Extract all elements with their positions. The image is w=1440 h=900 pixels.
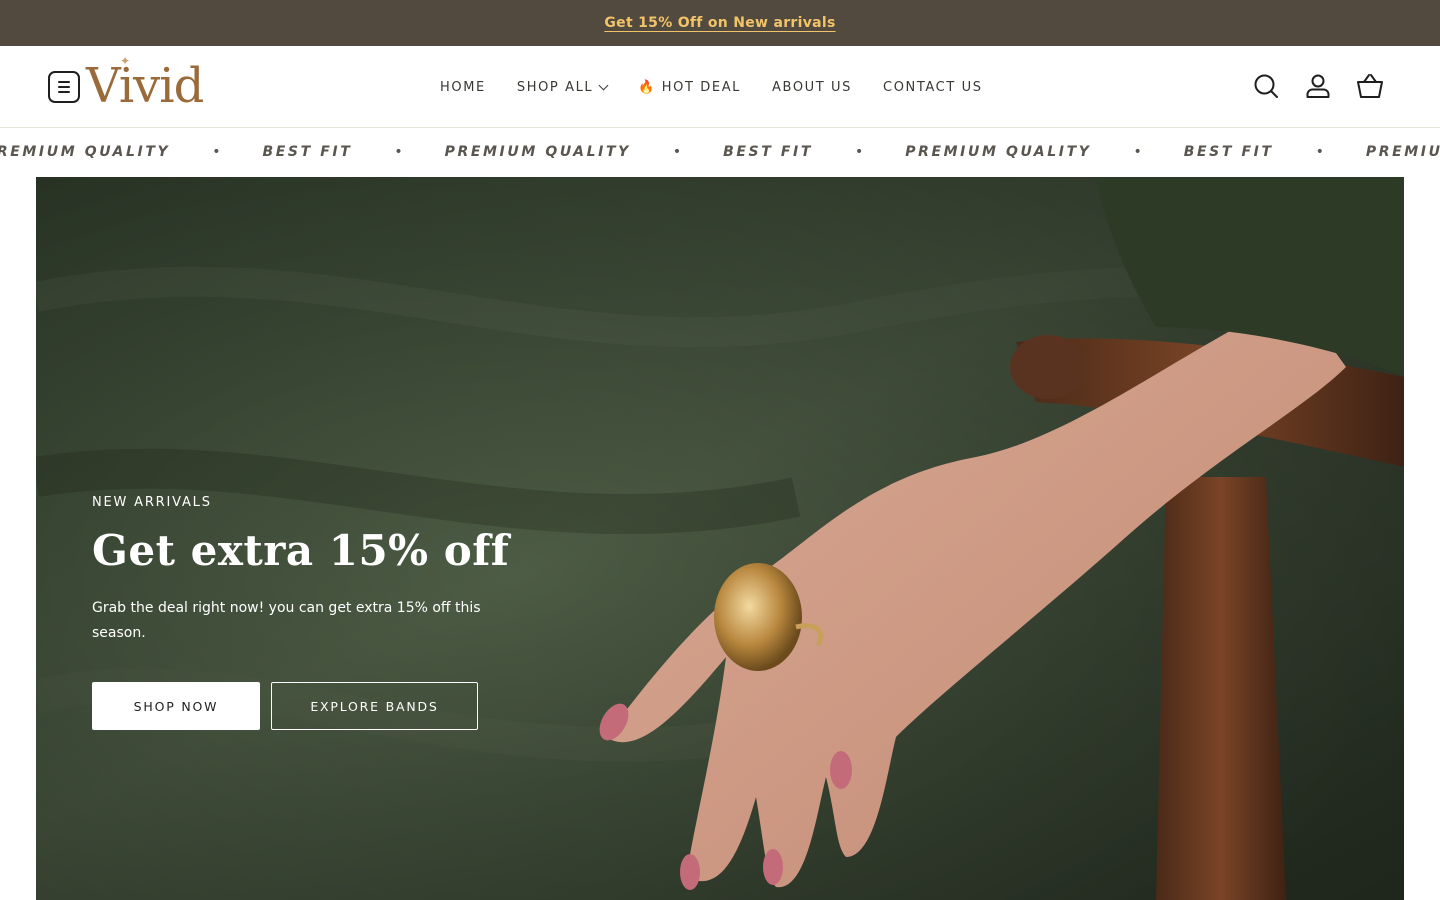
announcement-bar: Get 15% Off on New arrivals [0,0,1440,46]
marquee-item: PREMIUM QUALITY [905,144,1092,160]
hero-headline: Get extra 15% off [92,526,510,575]
hero-banner: NEW ARRIVALS Get extra 15% off Grab the … [36,177,1404,900]
marquee-separator: • [854,144,864,160]
marquee-item: PREMIUM QUALITY [1365,144,1440,160]
brand-logo[interactable]: Vivid [86,58,204,114]
header-icons [1252,72,1384,100]
nav-label: ABOUT US [772,79,853,95]
nav-item-shop-all[interactable]: SHOP ALL [516,79,609,95]
marquee-item: BEST FIT [1183,144,1274,160]
nav-item-hot-deal[interactable]: 🔥 HOT DEAL [638,80,741,95]
nav-item-home[interactable]: HOME [440,80,486,95]
site-header: Vivid ✦ HOME SHOP ALL 🔥 HOT DEAL ABOUT U… [0,46,1440,128]
nav-item-contact-us[interactable]: CONTACT US [883,80,983,95]
search-icon[interactable] [1252,72,1280,100]
marquee-item: PREMIUM QUALITY [0,144,171,160]
nav-item-about-us[interactable]: ABOUT US [772,80,852,95]
cart-icon[interactable] [1356,72,1384,100]
marquee-separator: • [1315,144,1324,160]
logo-sparkle-icon: ✦ [120,54,131,68]
hero-eyebrow: NEW ARRIVALS [92,495,212,510]
marquee-separator: • [672,144,682,160]
hero-buttons: SHOP NOW EXPLORE BANDS [92,682,512,731]
explore-bands-button[interactable]: EXPLORE BANDS [271,682,478,731]
marquee-separator: • [212,144,221,160]
main-nav: HOME SHOP ALL 🔥 HOT DEAL ABOUT US CONTAC… [440,46,983,128]
hero-subtext: Grab the deal right now! you can get ext… [92,600,481,642]
nav-label: SHOP ALL [516,79,594,95]
account-icon[interactable] [1304,72,1332,100]
hamburger-menu-icon[interactable] [48,71,80,103]
marquee-track: PREMIUM QUALITY • BEST FIT • PREMIUM QUA… [0,128,1440,176]
nav-label: 🔥 HOT DEAL [638,79,742,95]
marquee-strip: PREMIUM QUALITY • BEST FIT • PREMIUM QUA… [0,128,1440,176]
shop-now-button[interactable]: SHOP NOW [92,682,260,731]
nav-label: HOME [440,79,486,95]
announcement-link[interactable]: Get 15% Off on New arrivals [604,15,835,31]
marquee-separator: • [1133,144,1142,160]
nav-label: CONTACT US [883,79,983,95]
hero-content: NEW ARRIVALS Get extra 15% off Grab the … [92,495,512,731]
marquee-item: BEST FIT [723,144,813,160]
marquee-item: BEST FIT [262,144,353,160]
marquee-separator: • [394,144,403,160]
marquee-item: PREMIUM QUALITY [444,144,631,160]
chevron-down-icon [598,80,609,90]
